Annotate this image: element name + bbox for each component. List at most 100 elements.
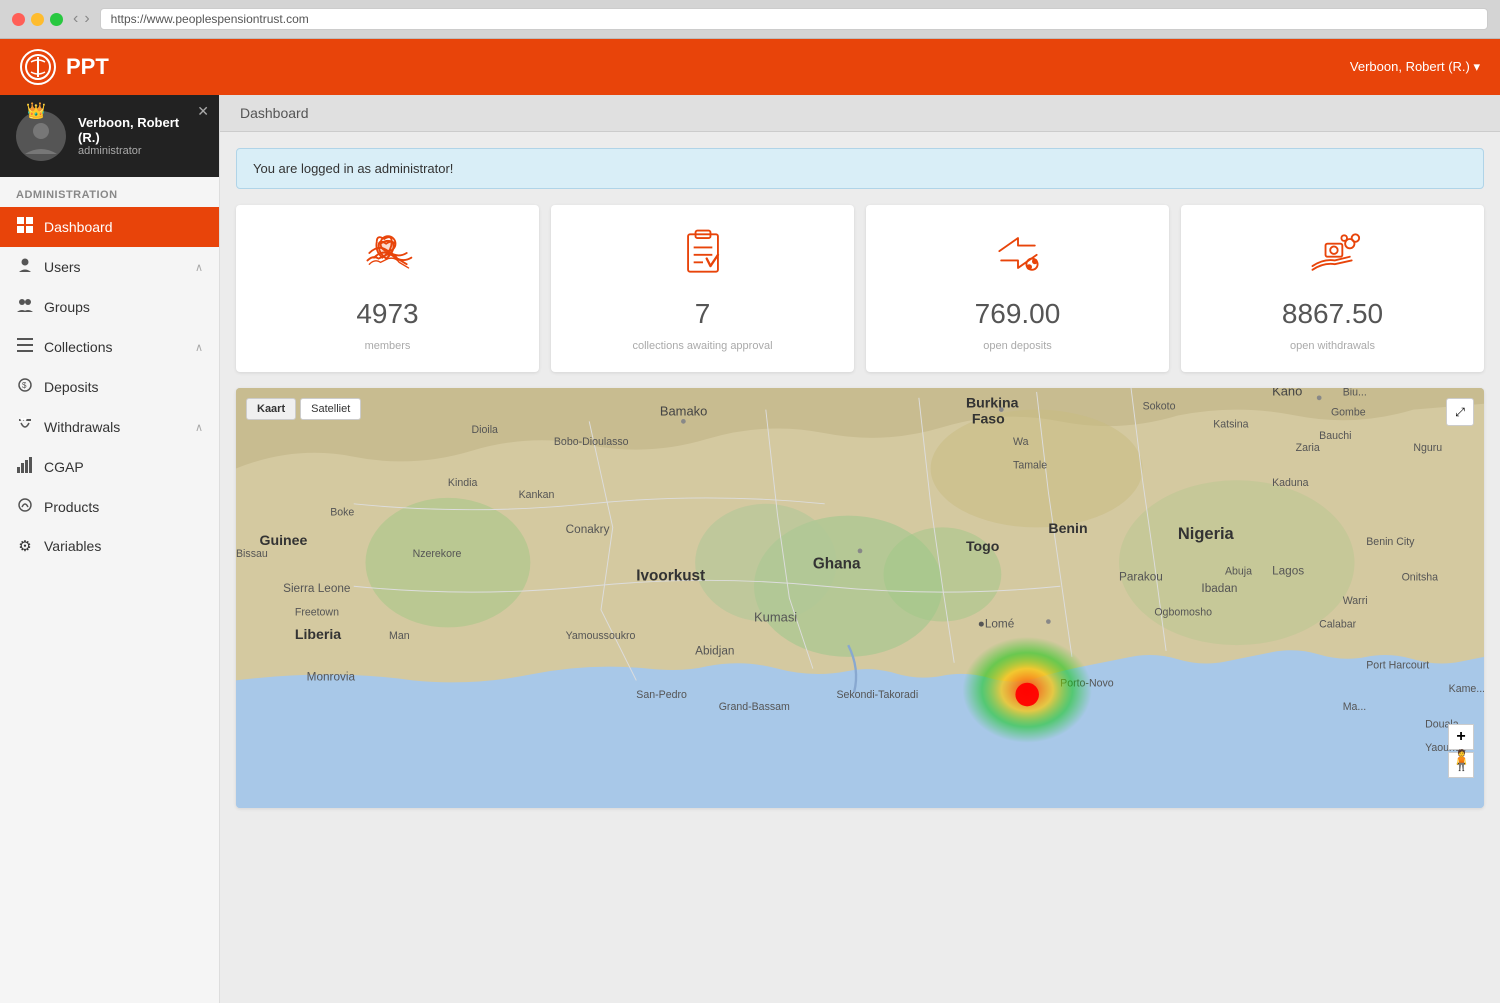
svg-text:Monrovia: Monrovia — [307, 670, 356, 683]
sidebar-item-variables[interactable]: ⚙ Variables — [0, 527, 219, 565]
svg-text:Ma...: Ma... — [1343, 701, 1367, 713]
stat-number-collections: 7 — [695, 298, 711, 330]
svg-text:Dioila: Dioila — [471, 424, 498, 436]
map-tab-kaart[interactable]: Kaart — [246, 398, 296, 420]
svg-text:Liberia: Liberia — [295, 626, 341, 642]
variables-icon: ⚙ — [16, 537, 34, 555]
sidebar-item-label: Collections — [44, 339, 112, 355]
svg-text:Kano: Kano — [1272, 388, 1302, 398]
sidebar-item-groups[interactable]: Groups — [0, 287, 219, 327]
map-expand-button[interactable]: ⤢ — [1446, 398, 1474, 426]
products-icon — [16, 497, 34, 517]
handshake-icon — [360, 225, 416, 288]
hand-money-icon — [1305, 225, 1361, 288]
svg-text:Ogbomosho: Ogbomosho — [1154, 607, 1212, 619]
transfer-icon — [990, 225, 1046, 288]
svg-text:Sierra Leone: Sierra Leone — [283, 582, 351, 595]
svg-text:Kankan: Kankan — [519, 489, 555, 501]
content-area: Dashboard You are logged in as administr… — [220, 95, 1500, 1003]
brand-logo — [20, 49, 56, 85]
stats-row: 4973 members — [236, 205, 1484, 372]
svg-text:Man: Man — [389, 630, 410, 642]
cgap-icon — [16, 457, 34, 477]
sidebar-item-deposits[interactable]: $ Deposits — [0, 367, 219, 407]
groups-icon — [16, 297, 34, 317]
user-role: administrator — [78, 145, 203, 157]
svg-text:Bissau: Bissau — [236, 548, 268, 560]
dashboard-icon — [16, 217, 34, 237]
sidebar-item-users[interactable]: Users ∧ — [0, 247, 219, 287]
svg-text:Nzerekore: Nzerekore — [413, 548, 462, 560]
svg-text:Freetown: Freetown — [295, 607, 339, 619]
svg-text:Burkina: Burkina — [966, 394, 1019, 410]
content-body: You are logged in as administrator! — [220, 132, 1500, 824]
stat-number-withdrawals: 8867.50 — [1282, 298, 1383, 330]
svg-text:Onitsha: Onitsha — [1402, 571, 1439, 583]
svg-text:Grand-Bassam: Grand-Bassam — [719, 701, 790, 713]
back-button[interactable]: ‹ — [73, 10, 78, 28]
svg-text:Sokoto: Sokoto — [1143, 401, 1176, 413]
svg-text:Kumasi: Kumasi — [754, 610, 797, 625]
svg-text:Benin: Benin — [1048, 520, 1087, 536]
svg-text:Parakou: Parakou — [1119, 570, 1163, 583]
brand: PPT — [20, 49, 109, 85]
sidebar-item-label: CGAP — [44, 459, 84, 475]
browser-nav: ‹ › — [73, 10, 90, 28]
sidebar-item-label: Users — [44, 259, 81, 275]
stat-card-collections: 7 collections awaiting approval — [551, 205, 854, 372]
stat-number-deposits: 769.00 — [975, 298, 1061, 330]
svg-text:Nigeria: Nigeria — [1178, 525, 1235, 543]
sidebar-item-dashboard[interactable]: Dashboard — [0, 207, 219, 247]
svg-text:Kaduna: Kaduna — [1272, 477, 1309, 489]
zoom-in-button[interactable]: + — [1448, 724, 1474, 750]
sidebar-item-label: Variables — [44, 538, 101, 554]
traffic-lights — [12, 13, 63, 26]
svg-text:Bamako: Bamako — [660, 404, 707, 419]
svg-text:San-Pedro: San-Pedro — [636, 689, 687, 701]
svg-text:Bobo-Dioulasso: Bobo-Dioulasso — [554, 436, 629, 448]
page-header: Dashboard — [220, 95, 1500, 132]
close-button[interactable] — [12, 13, 25, 26]
svg-text:Biu...: Biu... — [1343, 388, 1367, 398]
collections-icon — [16, 337, 34, 357]
top-nav: PPT Verboon, Robert (R.) ▾ — [0, 39, 1500, 95]
sidebar-close-button[interactable]: ✕ — [197, 103, 209, 120]
alert-box: You are logged in as administrator! — [236, 148, 1484, 189]
sidebar-item-collections[interactable]: Collections ∧ — [0, 327, 219, 367]
map-svg: Bamako Burkina Faso Kano Guinee Ivoorkus… — [236, 388, 1484, 808]
main-area: 👑 Verboon, Robert (R.) administrator ✕ A… — [0, 95, 1500, 1003]
svg-text:Kame...: Kame... — [1449, 683, 1484, 695]
forward-button[interactable]: › — [84, 10, 89, 28]
sidebar-item-label: Dashboard — [44, 219, 113, 235]
sidebar-item-label: Groups — [44, 299, 90, 315]
deposits-icon: $ — [16, 377, 34, 397]
svg-text:Ibadan: Ibadan — [1201, 582, 1237, 595]
sidebar-item-label: Products — [44, 499, 99, 515]
address-bar[interactable]: https://www.peoplespensiontrust.com — [100, 8, 1488, 30]
stat-card-deposits: 769.00 open deposits — [866, 205, 1169, 372]
user-menu[interactable]: Verboon, Robert (R.) ▾ — [1350, 59, 1480, 75]
sidebar-item-products[interactable]: Products — [0, 487, 219, 527]
clipboard-icon — [675, 225, 731, 288]
user-panel: 👑 Verboon, Robert (R.) administrator ✕ — [0, 95, 219, 177]
svg-text:Abuja: Abuja — [1225, 565, 1252, 577]
svg-text:Wa: Wa — [1013, 436, 1029, 448]
sidebar-item-withdrawals[interactable]: Withdrawals ∧ — [0, 407, 219, 447]
map-inner: Bamako Burkina Faso Kano Guinee Ivoorkus… — [236, 388, 1484, 808]
map-container: Bamako Burkina Faso Kano Guinee Ivoorkus… — [236, 388, 1484, 808]
minimize-button[interactable] — [31, 13, 44, 26]
svg-text:Bauchi: Bauchi — [1319, 430, 1351, 442]
stat-label-members: members — [365, 340, 411, 352]
svg-text:Togo: Togo — [966, 538, 1000, 554]
maximize-button[interactable] — [50, 13, 63, 26]
svg-text:$: $ — [22, 381, 27, 390]
svg-text:Warri: Warri — [1343, 595, 1368, 607]
map-tab-satelliet[interactable]: Satelliet — [300, 398, 361, 420]
svg-text:Faso: Faso — [972, 411, 1005, 427]
stat-card-withdrawals: 8867.50 open withdrawals — [1181, 205, 1484, 372]
svg-text:Lagos: Lagos — [1272, 564, 1304, 577]
map-person-icon: 🧍 — [1449, 748, 1474, 773]
svg-text:Boke: Boke — [330, 507, 354, 519]
sidebar-item-cgap[interactable]: CGAP — [0, 447, 219, 487]
stat-label-deposits: open deposits — [983, 340, 1052, 352]
